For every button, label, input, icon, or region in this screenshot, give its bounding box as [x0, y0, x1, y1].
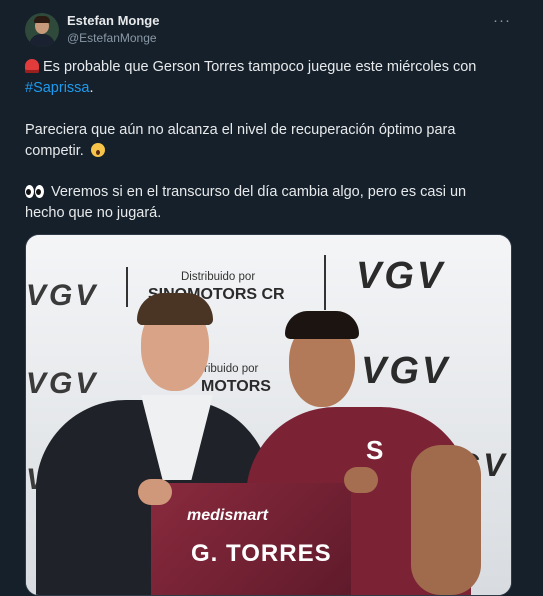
tweet-paragraph-3: Veremos si en el transcurso del día camb…: [25, 182, 505, 224]
backdrop-logo: VGV: [361, 350, 451, 392]
jersey-name: G. TORRES: [191, 540, 332, 567]
author-name[interactable]: Estefan Monge: [67, 13, 159, 28]
avatar[interactable]: [25, 13, 59, 47]
tweet-photo[interactable]: VGV VGV VGV VGV VGV VGV Distribuido por …: [25, 234, 512, 596]
man-hair: [137, 293, 213, 325]
hand: [344, 467, 378, 493]
tweet-paragraph-1: Es probable que Gerson Torres tampoco ju…: [25, 57, 505, 99]
backdrop-divider: [126, 267, 128, 307]
backdrop-divider: [324, 255, 326, 310]
backdrop-logo: VGV: [26, 367, 99, 400]
paragraph-3-text: Veremos si en el transcurso del día camb…: [25, 184, 467, 221]
backdrop-distribuido: ribuido por: [204, 363, 259, 375]
paragraph-2-text: Pareciera que aún no alcanza el nivel de…: [25, 122, 456, 159]
tweet[interactable]: Estefan Monge @EstefanMonge ··· Es proba…: [0, 0, 543, 596]
presented-jersey: medismart G. TORRES: [151, 483, 351, 595]
jersey-sponsor: medismart: [187, 507, 268, 524]
hashtag-link[interactable]: #Saprissa: [25, 80, 89, 96]
eyes-icon: [25, 184, 47, 198]
more-options-icon[interactable]: ···: [493, 12, 511, 29]
backdrop-brand: MOTORS: [201, 378, 271, 395]
avatar-body: [29, 34, 55, 47]
hand: [138, 479, 172, 505]
paragraph-1-end: .: [89, 80, 94, 96]
backdrop-distribuido: Distribuido por: [181, 271, 256, 283]
rotating-light-icon: [25, 59, 39, 73]
backdrop-logo: VGV: [26, 279, 99, 312]
player-hair: [285, 311, 359, 339]
tweet-paragraph-2: Pareciera que aún no alcanza el nivel de…: [25, 120, 505, 162]
paragraph-1-text: Es probable que Gerson Torres tampoco ju…: [43, 59, 477, 75]
player-arm: [411, 445, 481, 595]
chest-logo: S: [366, 435, 384, 465]
face-screaming-icon: [90, 143, 105, 157]
author-handle[interactable]: @EstefanMonge: [67, 31, 157, 45]
avatar-hair: [34, 16, 50, 23]
backdrop-logo: VGV: [356, 255, 446, 297]
